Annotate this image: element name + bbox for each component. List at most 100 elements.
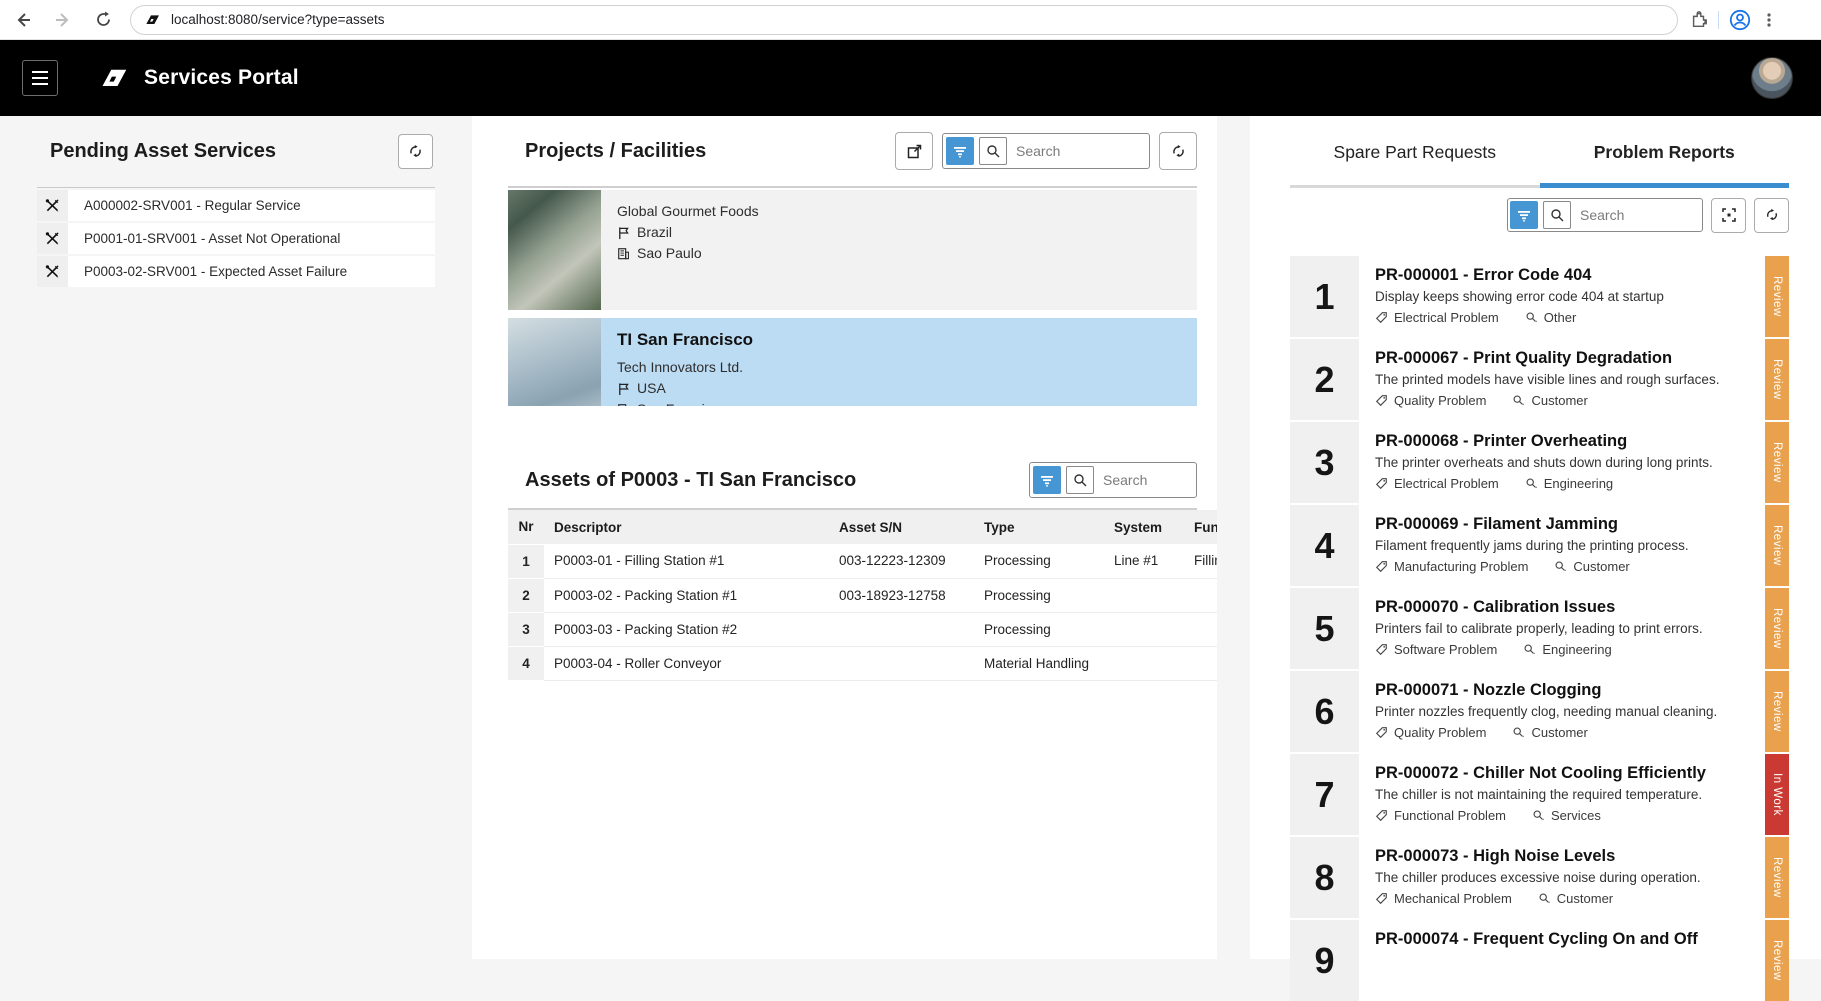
search-button[interactable] bbox=[1543, 201, 1571, 229]
reports-search-group bbox=[1507, 198, 1703, 232]
refresh-button[interactable] bbox=[398, 134, 433, 169]
reports-panel: Spare Part Requests Problem Reports bbox=[1250, 116, 1821, 959]
report-number: 1 bbox=[1290, 256, 1359, 337]
menu-button[interactable] bbox=[22, 60, 58, 96]
problem-report-row[interactable]: 3 PR-000068 - Printer Overheating The pr… bbox=[1290, 422, 1789, 503]
status-badge: Review bbox=[1765, 671, 1789, 752]
report-category: Other bbox=[1525, 310, 1577, 325]
report-number: 8 bbox=[1290, 837, 1359, 918]
search-button[interactable] bbox=[979, 137, 1007, 165]
problem-report-row[interactable]: 9 PR-000074 - Frequent Cycling On and Of… bbox=[1290, 920, 1789, 1001]
status-badge: Review bbox=[1765, 339, 1789, 420]
asset-row[interactable]: 4 P0003-04 - Roller Conveyor Material Ha… bbox=[508, 646, 1217, 680]
reports-search-input[interactable] bbox=[1580, 207, 1700, 223]
tab-problem-reports[interactable]: Problem Reports bbox=[1540, 116, 1790, 188]
report-description: Printers fail to calibrate properly, lea… bbox=[1375, 621, 1749, 636]
report-problem-type: Functional Problem bbox=[1375, 808, 1506, 823]
menu-kebab-icon[interactable] bbox=[1761, 12, 1777, 28]
tag-icon bbox=[1375, 394, 1388, 407]
problem-report-row[interactable]: 2 PR-000067 - Print Quality Degradation … bbox=[1290, 339, 1789, 420]
report-problem-type: Electrical Problem bbox=[1375, 476, 1499, 491]
report-problem-type: Mechanical Problem bbox=[1375, 891, 1512, 906]
tag-icon bbox=[1375, 477, 1388, 490]
report-title: PR-000068 - Printer Overheating bbox=[1375, 432, 1749, 451]
pending-service-label: A000002-SRV001 - Regular Service bbox=[68, 190, 301, 221]
filter-button[interactable] bbox=[1033, 466, 1061, 494]
report-problem-type: Quality Problem bbox=[1375, 393, 1486, 408]
status-badge: Review bbox=[1765, 920, 1789, 1001]
asset-row[interactable]: 3 P0003-03 - Packing Station #2 Processi… bbox=[508, 612, 1217, 646]
cause-icon bbox=[1554, 560, 1567, 573]
forward-icon[interactable] bbox=[46, 3, 80, 37]
flag-icon bbox=[617, 226, 630, 240]
profile-icon[interactable] bbox=[1729, 9, 1751, 31]
problem-report-row[interactable]: 7 PR-000072 - Chiller Not Cooling Effici… bbox=[1290, 754, 1789, 835]
report-description: The printer overheats and shuts down dur… bbox=[1375, 455, 1749, 470]
report-title: PR-000070 - Calibration Issues bbox=[1375, 598, 1749, 617]
refresh-button[interactable] bbox=[1159, 132, 1197, 170]
facility-city: Sao Paulo bbox=[617, 243, 813, 264]
report-number: 7 bbox=[1290, 754, 1359, 835]
report-description: The chiller produces excessive noise dur… bbox=[1375, 870, 1749, 885]
url-bar[interactable]: localhost:8080/service?type=assets bbox=[130, 5, 1678, 35]
cause-icon bbox=[1532, 809, 1545, 822]
tag-icon bbox=[1375, 726, 1388, 739]
extensions-icon[interactable] bbox=[1690, 11, 1708, 29]
assets-title: Assets of P0003 - TI San Francisco bbox=[525, 469, 856, 492]
cause-icon bbox=[1538, 892, 1551, 905]
user-avatar[interactable] bbox=[1751, 57, 1793, 99]
back-icon[interactable] bbox=[6, 3, 40, 37]
filter-button[interactable] bbox=[946, 137, 974, 165]
report-category: Services bbox=[1532, 808, 1601, 823]
report-category: Customer bbox=[1538, 891, 1613, 906]
problem-reports-list: 1 PR-000001 - Error Code 404 Display kee… bbox=[1290, 256, 1789, 1001]
facility-image bbox=[508, 318, 601, 406]
assets-header-row: Nr Descriptor Asset S/N Type System Func… bbox=[508, 510, 1217, 544]
open-in-new-button[interactable] bbox=[895, 132, 933, 170]
building-icon bbox=[617, 247, 630, 260]
report-description: The printed models have visible lines an… bbox=[1375, 372, 1749, 387]
pending-service-item[interactable]: P0003-02-SRV001 - Expected Asset Failure bbox=[37, 256, 435, 287]
filter-button[interactable] bbox=[1510, 201, 1538, 229]
tools-icon bbox=[37, 190, 68, 221]
facility-city: San Francisco bbox=[617, 399, 753, 406]
refresh-button[interactable] bbox=[1754, 198, 1789, 233]
tag-icon bbox=[1375, 560, 1388, 573]
asset-row[interactable]: 2 P0003-02 - Packing Station #1 003-1892… bbox=[508, 578, 1217, 612]
status-badge: Review bbox=[1765, 505, 1789, 586]
report-description: Display keeps showing error code 404 at … bbox=[1375, 289, 1749, 304]
browser-toolbar: localhost:8080/service?type=assets bbox=[0, 0, 1821, 40]
assets-table: Nr Descriptor Asset S/N Type System Func… bbox=[508, 510, 1217, 681]
report-title: PR-000069 - Filament Jamming bbox=[1375, 515, 1749, 534]
asset-row[interactable]: 1 P0003-01 - Filling Station #1 003-1222… bbox=[508, 544, 1217, 578]
search-button[interactable] bbox=[1066, 466, 1094, 494]
cause-icon bbox=[1512, 394, 1525, 407]
problem-report-row[interactable]: 6 PR-000071 - Nozzle Clogging Printer no… bbox=[1290, 671, 1789, 752]
cause-icon bbox=[1523, 643, 1536, 656]
pending-service-item[interactable]: A000002-SRV001 - Regular Service bbox=[37, 190, 435, 221]
facility-card-selected[interactable]: TI San Francisco Tech Innovators Ltd. US… bbox=[508, 318, 1197, 406]
problem-report-row[interactable]: 1 PR-000001 - Error Code 404 Display kee… bbox=[1290, 256, 1789, 337]
facility-country: USA bbox=[617, 378, 753, 399]
report-title: PR-000074 - Frequent Cycling On and Off bbox=[1375, 930, 1749, 949]
projects-search-input[interactable] bbox=[1016, 143, 1146, 159]
flag-icon bbox=[617, 382, 630, 396]
tools-icon bbox=[37, 256, 68, 287]
pending-services-panel: Pending Asset Services A000002-SRV001 - … bbox=[37, 116, 435, 289]
problem-report-row[interactable]: 4 PR-000069 - Filament Jamming Filament … bbox=[1290, 505, 1789, 586]
reload-icon[interactable] bbox=[86, 3, 120, 37]
pending-service-item[interactable]: P0001-01-SRV001 - Asset Not Operational bbox=[37, 223, 435, 254]
problem-report-row[interactable]: 5 PR-000070 - Calibration Issues Printer… bbox=[1290, 588, 1789, 669]
report-number: 4 bbox=[1290, 505, 1359, 586]
assets-search-input[interactable] bbox=[1103, 472, 1193, 488]
report-number: 5 bbox=[1290, 588, 1359, 669]
report-number: 6 bbox=[1290, 671, 1359, 752]
problem-report-row[interactable]: 8 PR-000073 - High Noise Levels The chil… bbox=[1290, 837, 1789, 918]
app-header: Services Portal bbox=[0, 40, 1821, 116]
tag-icon bbox=[1375, 809, 1388, 822]
facility-card[interactable]: Global Foods Sao Paulo Global Gourmet Fo… bbox=[508, 190, 1197, 310]
expand-button[interactable] bbox=[1711, 198, 1746, 233]
report-problem-type: Electrical Problem bbox=[1375, 310, 1499, 325]
tab-spare-part-requests[interactable]: Spare Part Requests bbox=[1290, 116, 1540, 188]
report-title: PR-000071 - Nozzle Clogging bbox=[1375, 681, 1749, 700]
